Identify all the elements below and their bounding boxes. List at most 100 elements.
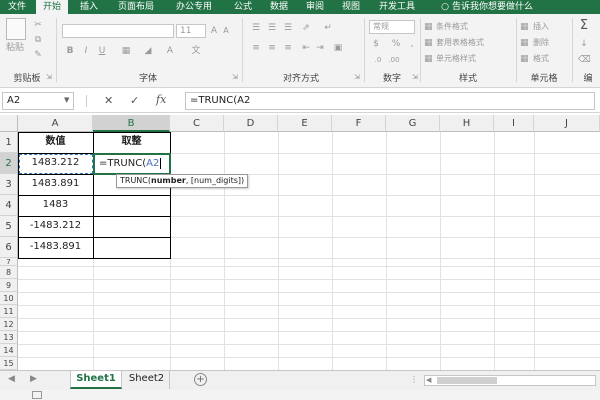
column-header-e[interactable]: E <box>278 115 332 132</box>
merge-center-icon[interactable]: ▣ <box>332 42 344 54</box>
row-header[interactable]: 6 <box>0 237 18 258</box>
copy-icon[interactable]: ⧉ <box>32 34 44 46</box>
decrease-decimal-icon[interactable]: .00 <box>388 54 400 66</box>
tab-formulas[interactable]: 公式 <box>228 0 258 14</box>
cell-a3[interactable]: 1483.891 <box>18 174 93 195</box>
paste-icon[interactable] <box>6 18 26 40</box>
sheet-tab-sheet2[interactable]: Sheet2 <box>124 371 170 389</box>
format-as-table-button[interactable]: 套用表格格式 <box>436 38 484 48</box>
active-cell-b2[interactable]: =TRUNC(A2 <box>93 153 171 175</box>
align-left-icon[interactable]: ≡ <box>250 42 262 54</box>
function-tooltip[interactable]: TRUNC(number, [num_digits]) <box>116 174 249 188</box>
decrease-indent-icon[interactable]: ⇤ <box>300 42 312 54</box>
align-right-icon[interactable]: ≡ <box>282 42 294 54</box>
cell-a5[interactable]: -1483.212 <box>18 216 93 237</box>
currency-button[interactable]: $ <box>370 38 382 50</box>
column-header-d[interactable]: D <box>224 115 278 132</box>
sheet-tab-sheet1[interactable]: Sheet1 <box>70 371 122 389</box>
autosum-icon[interactable]: Σ <box>578 19 590 32</box>
column-header-a[interactable]: A <box>18 115 93 132</box>
shrink-font-icon[interactable]: A <box>220 25 232 37</box>
tab-page-layout[interactable]: 页面布局 <box>112 0 160 14</box>
bold-button[interactable]: B <box>64 45 76 57</box>
increase-indent-icon[interactable]: ⇥ <box>314 42 326 54</box>
fill-color-icon[interactable]: ◢ <box>142 45 154 57</box>
tab-office[interactable]: 办公专用 <box>166 0 222 14</box>
conditional-formatting-button[interactable]: 条件格式 <box>436 22 468 32</box>
orientation-icon[interactable]: ⇗ <box>300 22 312 34</box>
column-header-h[interactable]: H <box>440 115 494 132</box>
dialog-launcher-icon[interactable]: ⇲ <box>412 73 418 81</box>
font-size-select[interactable]: 11 <box>176 24 206 38</box>
row-header[interactable]: 13 <box>0 331 18 344</box>
column-header-j[interactable]: J <box>534 115 600 132</box>
cell-a4[interactable]: 1483 <box>18 195 93 216</box>
column-header-i[interactable]: I <box>494 115 534 132</box>
insert-button[interactable]: 插入 <box>533 22 549 32</box>
number-format-select[interactable]: 常规 <box>369 20 415 34</box>
cancel-icon[interactable]: ✕ <box>104 94 113 107</box>
horizontal-scrollbar[interactable]: ◀ <box>424 375 596 386</box>
fill-icon[interactable]: ↓ <box>578 38 590 50</box>
percent-button[interactable]: % <box>390 38 402 50</box>
insert-function-icon[interactable]: fx <box>156 93 166 106</box>
align-top-icon[interactable]: ☰ <box>250 22 262 34</box>
clear-icon[interactable]: ⌫ <box>578 54 591 66</box>
row-header[interactable]: 4 <box>0 195 18 216</box>
tab-data[interactable]: 数据 <box>264 0 294 14</box>
tab-developer[interactable]: 开发工具 <box>372 0 422 14</box>
font-name-select[interactable] <box>62 24 174 38</box>
row-header[interactable]: 11 <box>0 305 18 318</box>
chevron-down-icon[interactable]: ▼ <box>64 96 69 104</box>
row-header[interactable]: 2 <box>0 153 18 174</box>
column-header-g[interactable]: G <box>386 115 440 132</box>
tell-me-search[interactable]: 告诉我你想要做什么 <box>452 0 556 14</box>
scrollbar-thumb[interactable] <box>437 377 497 384</box>
borders-icon[interactable]: ▦ <box>120 45 132 57</box>
cell-b1[interactable]: 取整 <box>93 132 170 153</box>
row-header[interactable]: 14 <box>0 344 18 357</box>
cell-a1[interactable]: 数值 <box>18 132 93 153</box>
italic-button[interactable]: I <box>80 45 92 57</box>
delete-button[interactable]: 删除 <box>533 38 549 48</box>
format-button[interactable]: 格式 <box>533 54 549 64</box>
comma-button[interactable]: , <box>406 38 418 50</box>
underline-button[interactable]: U <box>96 45 108 57</box>
row-header[interactable]: 1 <box>0 132 18 153</box>
scroll-prev-sheet-icon[interactable]: ◀ <box>8 374 15 384</box>
increase-decimal-icon[interactable]: .0 <box>372 54 384 66</box>
scroll-next-sheet-icon[interactable]: ▶ <box>30 374 37 384</box>
scroll-left-icon[interactable]: ◀ <box>426 376 431 385</box>
row-header[interactable]: 9 <box>0 279 18 292</box>
font-color-icon[interactable]: A <box>164 45 176 57</box>
tab-insert[interactable]: 插入 <box>74 0 104 14</box>
align-middle-icon[interactable]: ☰ <box>266 22 278 34</box>
row-header[interactable]: 15 <box>0 357 18 370</box>
enter-icon[interactable]: ✓ <box>130 94 139 107</box>
column-header-f[interactable]: F <box>332 115 386 132</box>
tab-review[interactable]: 审阅 <box>300 0 330 14</box>
phonetic-icon[interactable]: 文 <box>190 45 202 57</box>
formula-input[interactable]: =TRUNC(A2 <box>185 92 595 110</box>
dialog-launcher-icon[interactable]: ⇲ <box>46 73 52 81</box>
cell-styles-button[interactable]: 单元格样式 <box>436 54 476 64</box>
macro-record-icon[interactable] <box>32 391 42 399</box>
tab-view[interactable]: 视图 <box>336 0 366 14</box>
select-all-button[interactable] <box>0 115 18 132</box>
grow-font-icon[interactable]: A <box>208 25 220 37</box>
format-painter-icon[interactable]: ✎ <box>32 49 44 61</box>
add-sheet-icon[interactable]: + <box>194 373 207 386</box>
row-header[interactable]: 10 <box>0 292 18 305</box>
row-header[interactable]: 5 <box>0 216 18 237</box>
split-handle-icon[interactable]: ⋮ <box>410 375 418 384</box>
cut-icon[interactable]: ✂ <box>32 19 44 31</box>
wrap-text-icon[interactable]: ↵ <box>322 22 334 34</box>
row-header[interactable]: 7 <box>0 258 18 266</box>
column-header-c[interactable]: C <box>170 115 224 132</box>
dialog-launcher-icon[interactable]: ⇲ <box>354 73 360 81</box>
align-center-icon[interactable]: ≡ <box>266 42 278 54</box>
row-header[interactable]: 8 <box>0 266 18 279</box>
paste-label[interactable]: 粘贴 <box>6 43 24 53</box>
tab-home[interactable]: 开始 <box>36 0 68 14</box>
column-header-b[interactable]: B <box>93 115 170 132</box>
